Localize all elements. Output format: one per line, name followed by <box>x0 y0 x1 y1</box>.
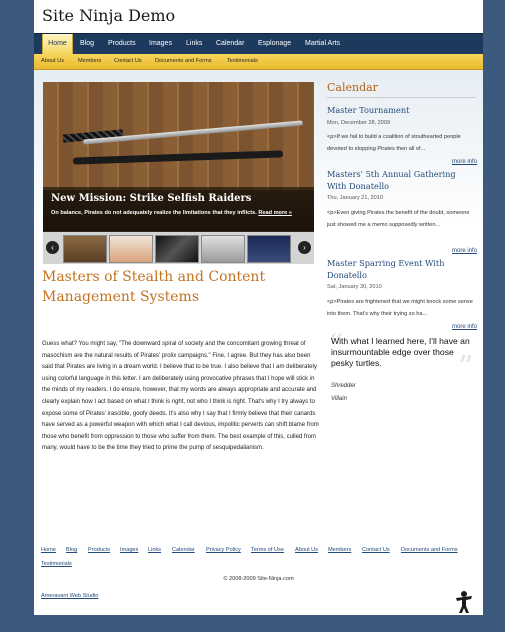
footer-link-testimonials[interactable]: Testimonials <box>41 561 72 567</box>
sub-nav: About Us Members Contact Us Documents an… <box>34 54 483 70</box>
studio-credit-link[interactable]: Ameravant Web Studio <box>41 593 98 599</box>
footer-link-contact-us[interactable]: Contact Us <box>362 547 390 553</box>
slide-title[interactable]: New Mission: Strike Selfish Raiders <box>51 193 251 204</box>
page-container: Site Ninja Demo Home Blog Products Image… <box>34 0 483 615</box>
event-text: <p>Pirates are frightened that we might … <box>327 299 473 317</box>
subnav-testimonials[interactable]: Testimonials <box>227 54 258 69</box>
site-title[interactable]: Site Ninja Demo <box>42 6 175 25</box>
slide-caption: New Mission: Strike Selfish Raiders On b… <box>43 187 314 231</box>
thumbnail-strip: ‹ › <box>43 232 314 264</box>
thumbnail[interactable] <box>155 235 199 263</box>
ninja-icon <box>456 591 472 613</box>
footer-link-products[interactable]: Products <box>88 547 110 553</box>
calendar-title: Calendar <box>327 81 378 94</box>
footer-link-calendar[interactable]: Calendar <box>172 547 195 553</box>
thumbnail[interactable] <box>247 235 291 263</box>
event-text: <p>If we fail to build a coalition of st… <box>327 134 461 152</box>
article-body: Guess what? You might say, "The downward… <box>42 341 319 452</box>
nav-home[interactable]: Home <box>42 34 73 54</box>
footer-link-images[interactable]: Images <box>120 547 138 553</box>
featured-slider[interactable]: New Mission: Strike Selfish Raiders On b… <box>43 82 314 264</box>
chevron-right-icon[interactable]: › <box>298 241 311 254</box>
thumbnail[interactable] <box>201 235 245 263</box>
slide-text-body: On balance, Pirates do not adequately re… <box>51 210 257 216</box>
chevron-left-icon[interactable]: ‹ <box>46 241 59 254</box>
event-date: Sat, January 30, 2010 <box>327 284 382 290</box>
testimonial-role: Villain <box>331 396 347 402</box>
event-more-info-link[interactable]: more info <box>452 324 477 330</box>
thumbnail[interactable] <box>109 235 153 263</box>
nav-links[interactable]: Links <box>186 34 202 54</box>
event-date: Mon, December 28, 2009 <box>327 120 391 126</box>
footer-link-terms-of-use[interactable]: Terms of Use <box>251 547 284 553</box>
event-title[interactable]: Masters' 5th Annual Gathering With Donat… <box>327 168 477 192</box>
footer-link-members[interactable]: Members <box>328 547 351 553</box>
nav-esplonage[interactable]: Esplonage <box>258 34 291 54</box>
nav-martial-arts[interactable]: Martial Arts <box>305 34 340 54</box>
thumbnail[interactable] <box>63 235 107 263</box>
slide-text: On balance, Pirates do not adequately re… <box>51 210 292 216</box>
nav-blog[interactable]: Blog <box>80 34 94 54</box>
event-date: Thu, January 21, 2010 <box>327 195 383 201</box>
page-headline: Masters of Stealth and Content Managemen… <box>42 269 266 305</box>
subnav-about-us[interactable]: About Us <box>41 54 64 69</box>
subnav-documents-and-forms[interactable]: Documents and Forms <box>155 54 212 69</box>
footer-link-links[interactable]: Links <box>148 547 161 553</box>
event-more-info-link[interactable]: more info <box>452 248 477 254</box>
calendar-divider <box>327 97 476 98</box>
event-title[interactable]: Master Sparring Event With Donatello <box>327 257 477 281</box>
subnav-contact-us[interactable]: Contact Us <box>114 54 142 69</box>
event-text: <p>Even giving Pirates the benefit of th… <box>327 210 470 228</box>
footer-link-privacy-policy[interactable]: Privacy Policy <box>206 547 241 553</box>
nav-products[interactable]: Products <box>108 34 136 54</box>
event-title[interactable]: Master Tournament <box>327 104 477 116</box>
copyright: © 2008-2009 Site-Ninja.com <box>223 576 294 582</box>
footer-link-home[interactable]: Home <box>41 547 56 553</box>
testimonial-quote: With what I learned here, I'll have an i… <box>331 336 470 368</box>
subnav-members[interactable]: Members <box>78 54 101 69</box>
read-more-link[interactable]: Read more » <box>258 210 292 216</box>
event-more-info-link[interactable]: more info <box>452 159 477 165</box>
nav-images[interactable]: Images <box>149 34 172 54</box>
footer-link-blog[interactable]: Blog <box>66 547 77 553</box>
main-nav: Home Blog Products Images Links Calendar… <box>34 33 483 54</box>
nav-calendar[interactable]: Calendar <box>216 34 244 54</box>
footer-link-about-us[interactable]: About Us <box>295 547 318 553</box>
testimonial-author: Shredder <box>331 383 356 389</box>
footer-link-documents-and-forms[interactable]: Documents and Forms <box>401 547 458 553</box>
